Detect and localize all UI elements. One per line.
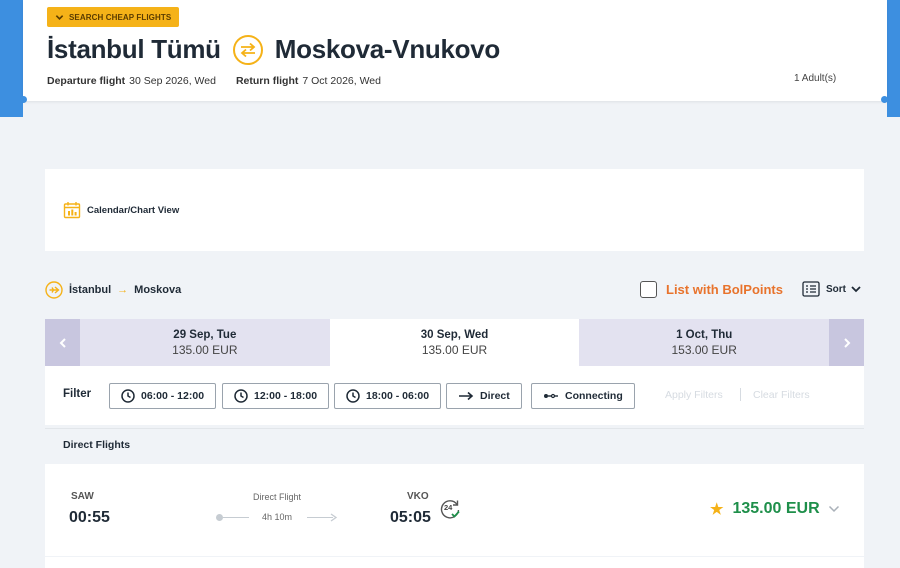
route-to: Moskova	[134, 284, 182, 296]
date-option-date: 29 Sep, Tue	[173, 328, 237, 341]
return-date: 7 Oct 2026, Wed	[302, 75, 381, 87]
clock-icon	[234, 389, 248, 403]
filter-connecting-button[interactable]: Connecting	[531, 383, 635, 409]
filter-bar: Filter 06:00 - 12:00 12:00 - 18:00 18:00…	[45, 366, 864, 425]
filter-connecting-label: Connecting	[565, 390, 623, 402]
flight-type: Direct Flight	[253, 492, 302, 502]
clock-icon	[121, 389, 135, 403]
date-selector: 29 Sep, Tue 135.00 EUR 30 Sep, Wed 135.0…	[45, 319, 865, 366]
arrow-right-icon	[459, 391, 474, 401]
bolpoints-toggle[interactable]: List with BolPoints	[640, 281, 783, 298]
arrow-right-icon: →	[117, 284, 129, 296]
departure-time: 00:55	[69, 509, 110, 526]
return-label: Return flight	[235, 75, 299, 87]
flight-duration: 4h 10m	[262, 512, 293, 522]
route-start-dot	[216, 514, 223, 521]
filter-direct-label: Direct	[480, 390, 510, 402]
calendar-chart-view-link[interactable]: Calendar/Chart View	[63, 201, 179, 219]
chevron-down-icon	[55, 14, 64, 20]
arrival-time: 05:05	[390, 509, 431, 526]
date-option-price: 153.00 EUR	[671, 342, 737, 357]
chevron-down-icon	[851, 286, 861, 293]
swap-icon	[240, 42, 256, 57]
date-option[interactable]: 29 Sep, Tue 135.00 EUR	[80, 319, 330, 366]
filter-evening-button[interactable]: 18:00 - 06:00	[334, 383, 442, 409]
date-option-date: 1 Oct, Thu	[676, 328, 733, 341]
flight-result-row[interactable]: SAW 00:55 Direct Flight 4h 10m VKO 05:05…	[45, 464, 864, 556]
24h-refresh-icon: 24	[439, 498, 461, 520]
filter-direct-button[interactable]: Direct	[446, 383, 522, 409]
next-day-button[interactable]	[829, 319, 865, 366]
route-title: İstanbul Tümü Moskova-Vnukovo	[47, 34, 500, 65]
chevron-down-icon[interactable]	[828, 505, 840, 513]
previous-day-button[interactable]	[45, 319, 80, 366]
filter-morning-label: 06:00 - 12:00	[141, 390, 205, 402]
search-cheap-flights-label: SEARCH CHEAP FLIGHTS	[69, 12, 172, 22]
passenger-count: 1 Adult(s)	[794, 73, 837, 84]
filter-morning-button[interactable]: 06:00 - 12:00	[109, 383, 217, 409]
badge-text: 24	[444, 503, 453, 512]
arrow-right-icon	[330, 513, 338, 522]
departure-label: Departure flight	[47, 75, 126, 87]
plane-icon	[45, 281, 63, 299]
filter-evening-label: 18:00 - 06:00	[366, 390, 430, 402]
sort-dropdown[interactable]: Sort	[802, 281, 868, 297]
calendar-chart-icon	[63, 202, 81, 219]
arrival-airport-code: VKO	[407, 491, 429, 502]
divider	[740, 388, 741, 401]
date-option-selected[interactable]: 30 Sep, Wed 135.00 EUR	[329, 319, 580, 366]
apply-filters-link[interactable]: Apply Filters	[665, 389, 723, 401]
star-icon: ★	[710, 501, 724, 518]
clock-icon	[346, 389, 360, 403]
card-edge-dot	[881, 96, 888, 103]
search-cheap-flights-button[interactable]: SEARCH CHEAP FLIGHTS	[47, 7, 180, 27]
route-line	[223, 517, 249, 518]
swap-route-button[interactable]	[232, 34, 263, 65]
filter-label: Filter	[63, 388, 92, 400]
filter-afternoon-label: 12:00 - 18:00	[254, 390, 318, 402]
clear-filters-link[interactable]: Clear Filters	[753, 389, 810, 401]
date-option-date: 30 Sep, Wed	[420, 328, 489, 341]
card-edge-dot	[20, 96, 27, 103]
connecting-route-icon	[544, 393, 558, 399]
section-title: Direct Flights	[63, 439, 131, 451]
destination-city: Moskova-Vnukovo	[274, 34, 501, 64]
bolpoints-label: List with BolPoints	[666, 282, 783, 297]
departure-airport-code: SAW	[71, 491, 94, 502]
calendar-card: Calendar/Chart View	[45, 169, 864, 251]
calendar-chart-view-label: Calendar/Chart View	[87, 204, 180, 216]
date-option-price: 135.00 EUR	[172, 342, 238, 357]
chevron-right-icon	[843, 337, 850, 348]
flight-price: 135.00 EUR	[732, 500, 820, 517]
origin-city: İstanbul Tümü	[47, 34, 221, 64]
date-option[interactable]: 1 Oct, Thu 153.00 EUR	[579, 319, 830, 366]
route-from: İstanbul	[69, 284, 112, 296]
departure-date: 30 Sep 2026, Wed	[129, 75, 216, 87]
sort-list-icon	[802, 281, 820, 297]
filter-afternoon-button[interactable]: 12:00 - 18:00	[222, 383, 330, 409]
sort-label: Sort	[826, 283, 846, 295]
bolpoints-checkbox[interactable]	[640, 281, 657, 298]
next-result-card	[45, 557, 864, 568]
price-tag: ★ 135.00 EUR	[710, 500, 840, 518]
trip-dates: Departure flight 30 Sep 2026, Wed Return…	[47, 75, 381, 87]
direct-flights-header: Direct Flights	[45, 428, 864, 462]
date-option-price: 135.00 EUR	[421, 342, 488, 357]
chevron-left-icon	[59, 337, 66, 348]
